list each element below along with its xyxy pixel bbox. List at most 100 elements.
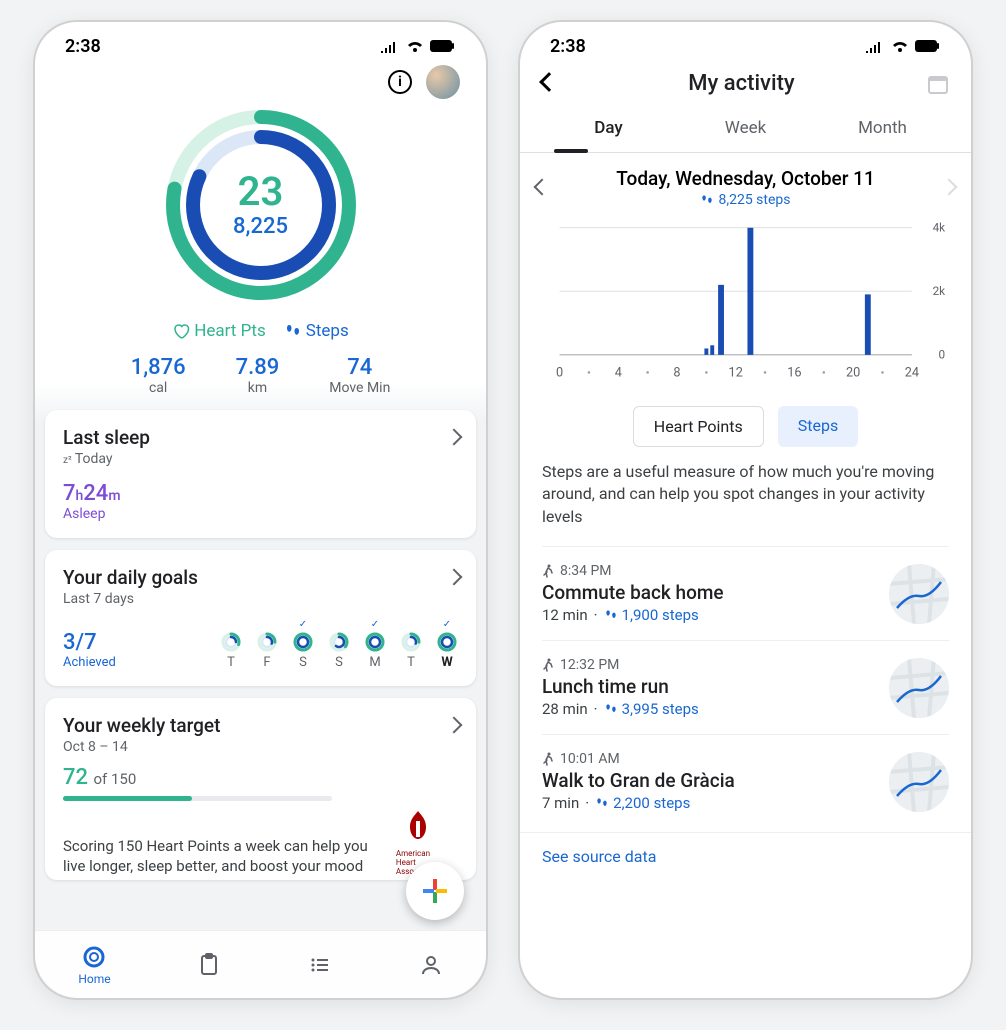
svg-text:4: 4 xyxy=(615,365,622,380)
weekly-value: 72 of 150 xyxy=(63,765,458,790)
status-time: 2:38 xyxy=(65,36,101,57)
signal-icon xyxy=(380,41,400,53)
map-thumbnail xyxy=(889,564,949,624)
time-range-tabs: Day Week Month xyxy=(520,108,971,153)
card-daily-goals[interactable]: Your daily goals Last 7 days 3/7 Achieve… xyxy=(45,550,476,686)
steps-icon xyxy=(595,796,609,810)
clipboard-icon xyxy=(197,953,221,977)
list-icon xyxy=(308,953,332,977)
walk-icon xyxy=(542,658,554,672)
goal-day: ✓ W xyxy=(436,619,458,670)
sleep-label: Asleep xyxy=(63,506,458,522)
card-title: Your weekly target xyxy=(63,714,458,737)
plus-icon xyxy=(420,876,450,906)
svg-text:20: 20 xyxy=(846,365,860,380)
card-subtitle: Oct 8 – 14 xyxy=(63,739,458,755)
fab-add-button[interactable] xyxy=(406,862,464,920)
prev-day-button[interactable] xyxy=(536,178,548,197)
walk-icon xyxy=(542,564,554,578)
metric-km[interactable]: 7.89km xyxy=(236,355,280,396)
back-button[interactable] xyxy=(542,74,556,93)
steps-icon xyxy=(700,193,714,207)
svg-text:16: 16 xyxy=(787,365,801,380)
svg-text:24: 24 xyxy=(905,365,919,380)
steps-icon xyxy=(604,608,618,622)
goal-day: S xyxy=(328,619,350,670)
status-icons xyxy=(380,40,456,53)
date-title: Today, Wednesday, October 11 xyxy=(616,167,875,190)
svg-text:0: 0 xyxy=(939,348,946,362)
nav-journal xyxy=(197,953,221,977)
status-bar: 2:38 xyxy=(35,22,486,63)
chevron-right-icon xyxy=(448,428,460,447)
calendar-icon[interactable] xyxy=(927,73,949,95)
goal-day: T xyxy=(400,619,422,670)
card-title: Last sleep xyxy=(63,426,458,449)
map-thumbnail xyxy=(889,658,949,718)
next-day-button[interactable] xyxy=(943,178,955,197)
chevron-right-icon xyxy=(448,568,460,587)
activity-item[interactable]: 12:32 PM Lunch time run 28 min · 3,995 s… xyxy=(542,640,949,734)
card-last-sleep[interactable]: Last sleep z² Today 7h24m Asleep xyxy=(45,410,476,538)
status-icons xyxy=(865,40,941,53)
weekly-description: Scoring 150 Heart Points a week can help… xyxy=(63,836,368,877)
weekly-progress-bar xyxy=(63,796,332,801)
svg-text:4k: 4k xyxy=(933,221,946,235)
info-icon[interactable]: i xyxy=(388,70,412,94)
person-icon xyxy=(419,953,443,977)
nav-home[interactable]: Home xyxy=(78,944,110,986)
metric-cal[interactable]: 1,876cal xyxy=(131,355,186,396)
heart-icon xyxy=(172,322,190,340)
goal-day: F xyxy=(256,619,278,670)
wifi-icon xyxy=(406,40,424,53)
see-source-data-link[interactable]: See source data xyxy=(520,832,971,880)
goal-day: T xyxy=(220,619,242,670)
activity-list: 8:34 PM Commute back home 12 min · 1,900… xyxy=(520,528,971,832)
activity-item[interactable]: 8:34 PM Commute back home 12 min · 1,900… xyxy=(542,546,949,640)
status-bar: 2:38 xyxy=(520,22,971,63)
nav-profile[interactable] xyxy=(419,953,443,977)
card-subtitle: Last 7 days xyxy=(63,591,458,607)
steps-icon xyxy=(284,322,302,340)
steps-description: Steps are a useful measure of how much y… xyxy=(520,461,971,528)
steps-icon xyxy=(604,702,618,716)
phone-home: 2:38 i 23 8,225 Heart Pts Steps xyxy=(33,20,488,1000)
activity-item[interactable]: 10:01 AM Walk to Gran de Gràcia 7 min · … xyxy=(542,734,949,828)
goal-day: ✓ M xyxy=(364,619,386,670)
chevron-right-icon xyxy=(448,716,460,735)
steps-bar-chart[interactable]: 02k4k04812162024 xyxy=(520,212,971,400)
svg-text:2k: 2k xyxy=(933,284,946,298)
metric-move-min[interactable]: 74Move Min xyxy=(329,355,390,396)
status-time: 2:38 xyxy=(550,36,586,57)
steps-value: 8,225 xyxy=(233,214,288,239)
map-thumbnail xyxy=(889,752,949,812)
activity-ring[interactable]: 23 8,225 xyxy=(35,105,486,305)
toggle-heart-points[interactable]: Heart Points xyxy=(633,406,764,447)
page-title: My activity xyxy=(556,71,927,96)
sleep-duration: 7h24m xyxy=(63,481,458,506)
goals-fraction: 3/7 xyxy=(63,630,116,655)
avatar[interactable] xyxy=(426,65,460,99)
card-weekly-target[interactable]: Your weekly target Oct 8 – 14 72 of 150 … xyxy=(45,698,476,880)
heart-points-value: 23 xyxy=(238,172,284,212)
ring-labels: Heart Pts Steps xyxy=(35,321,486,341)
goals-achieved-label: Achieved xyxy=(63,655,116,670)
tab-month[interactable]: Month xyxy=(814,108,951,152)
wifi-icon xyxy=(891,40,909,53)
nav-browse[interactable] xyxy=(308,953,332,977)
goal-day: ✓ S xyxy=(292,619,314,670)
card-title: Your daily goals xyxy=(63,566,458,589)
home-ring-icon xyxy=(81,944,107,970)
svg-text:0: 0 xyxy=(556,365,563,380)
metrics-row: 1,876cal 7.89km 74Move Min xyxy=(35,355,486,396)
battery-icon xyxy=(430,40,456,53)
tab-week[interactable]: Week xyxy=(677,108,814,152)
battery-icon xyxy=(915,40,941,53)
tab-day[interactable]: Day xyxy=(540,108,677,152)
metric-toggle: Heart Points Steps xyxy=(520,406,971,447)
toggle-steps[interactable]: Steps xyxy=(778,406,858,447)
walk-icon xyxy=(542,752,554,766)
card-subtitle: z² Today xyxy=(63,451,458,467)
goals-days: T F ✓ S S ✓ M xyxy=(220,619,458,670)
date-steps: 8,225 steps xyxy=(616,192,875,208)
